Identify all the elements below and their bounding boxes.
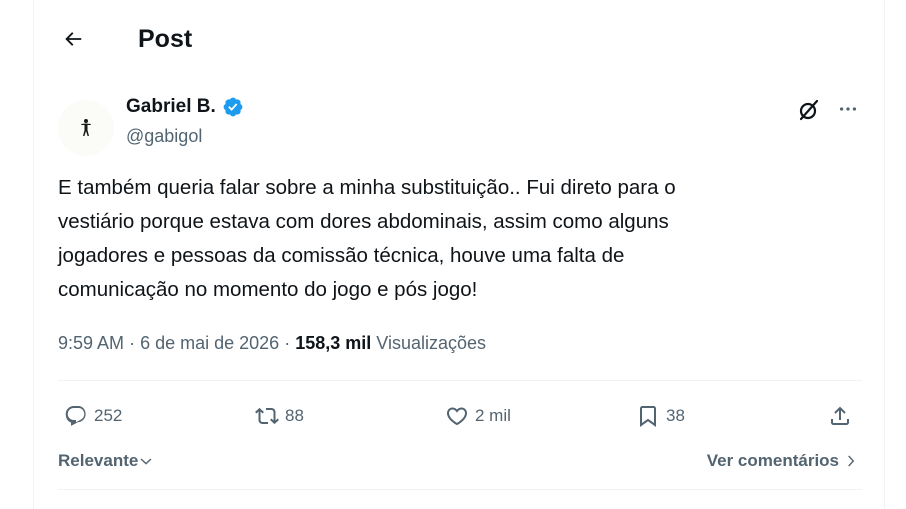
divider-bottom (58, 489, 862, 490)
view-comments-link[interactable]: Ver comentários (707, 449, 858, 473)
sort-replies-dropdown[interactable]: Relevante (58, 449, 153, 473)
repost-button[interactable]: 88 (255, 396, 304, 436)
avatar[interactable] (58, 100, 114, 156)
author-handle[interactable]: @gabigol (126, 124, 202, 148)
more-options-button[interactable] (834, 95, 862, 123)
person-silhouette-icon (81, 119, 91, 136)
reply-button[interactable]: 252 (64, 396, 122, 436)
bookmark-button[interactable]: 38 (636, 396, 685, 436)
post-text: E também queria falar sobre a minha subs… (58, 176, 676, 301)
arrow-left-icon (65, 32, 82, 46)
share-button[interactable] (828, 396, 852, 436)
action-bar: 252 88 2 mil 38 (34, 396, 884, 436)
sort-label: Relevante (58, 451, 139, 470)
grok-icon (799, 99, 819, 121)
post-detail-panel: Post Gabriel B. @gabigol E também queria… (33, 0, 885, 509)
post-metadata: 9:59 AM · 6 de mai de 2026 · 158,3 mil V… (58, 331, 486, 355)
repost-icon (255, 407, 279, 425)
more-horizontal-icon (839, 107, 857, 111)
meta-separator-2: · (284, 333, 291, 353)
chevron-right-icon (848, 455, 855, 467)
grok-button[interactable] (794, 95, 824, 125)
post-time[interactable]: 9:59 AM (58, 333, 124, 353)
like-button[interactable]: 2 mil (445, 396, 511, 436)
page-title: Post (138, 25, 193, 53)
post-date[interactable]: 6 de mai de 2026 (140, 333, 279, 353)
repost-count: 88 (285, 406, 304, 425)
author-name-row[interactable]: Gabriel B. (126, 95, 244, 119)
back-button[interactable] (56, 22, 90, 56)
view-comments-label: Ver comentários (706, 451, 839, 470)
author-name[interactable]: Gabriel B. (126, 95, 216, 119)
views-label[interactable]: Visualizações (376, 333, 486, 353)
bookmark-count: 38 (666, 406, 685, 425)
reply-icon (65, 406, 86, 426)
share-icon (831, 406, 849, 425)
meta-separator: · (129, 333, 136, 353)
like-count: 2 mil (475, 406, 511, 425)
divider-top (58, 380, 862, 381)
views-count[interactable]: 158,3 mil (295, 333, 371, 353)
verified-badge-icon[interactable] (222, 96, 244, 118)
chevron-down-icon (140, 458, 152, 465)
bookmark-icon (640, 406, 656, 427)
page-header: Post (34, 0, 884, 80)
reply-count: 252 (94, 406, 123, 425)
heart-icon (446, 407, 468, 426)
